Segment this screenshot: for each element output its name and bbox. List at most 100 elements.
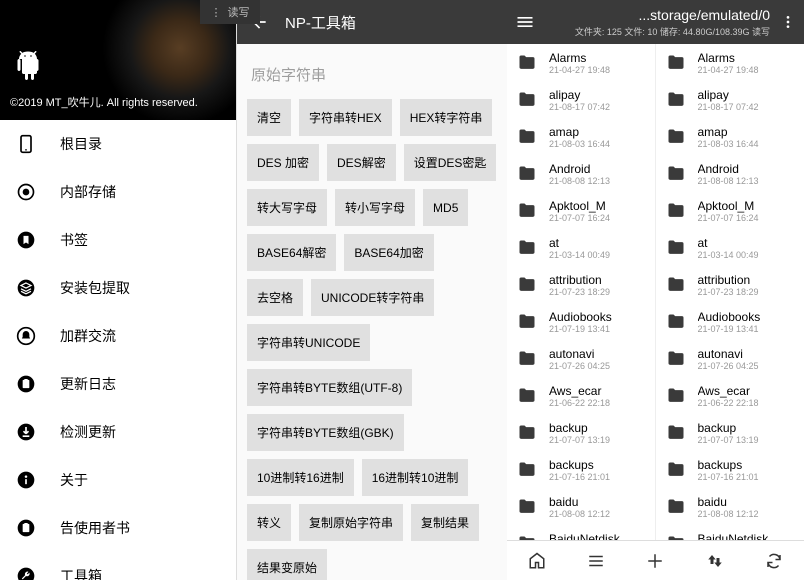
file-row[interactable]: BaiduNetdisk21-07-17 11:45 <box>656 525 804 540</box>
menu-item-1[interactable]: 内部存储 <box>0 168 236 216</box>
refresh-icon[interactable] <box>762 549 786 573</box>
tool-btn-10[interactable]: BASE64加密 <box>344 234 433 271</box>
add-icon[interactable] <box>643 549 667 573</box>
file-browser: ...storage/emulated/0 文件夹: 125 文件: 10 储存… <box>507 0 804 580</box>
file-date: 21-07-16 21:01 <box>549 472 610 482</box>
tool-btn-4[interactable]: DES解密 <box>327 144 396 181</box>
tool-btn-21[interactable]: 结果变原始 <box>247 549 327 580</box>
file-row[interactable]: at21-03-14 00:49 <box>656 229 804 266</box>
file-row[interactable]: Audiobooks21-07-19 13:41 <box>507 303 655 340</box>
tool-btn-1[interactable]: 字符串转HEX <box>299 99 392 136</box>
home-icon[interactable] <box>525 549 549 573</box>
file-row[interactable]: attribution21-07-23 18:29 <box>507 266 655 303</box>
download-icon <box>16 422 36 442</box>
file-row[interactable]: Apktool_M21-07-07 16:24 <box>507 192 655 229</box>
file-name: autonavi <box>698 347 759 361</box>
file-name: autonavi <box>549 347 610 361</box>
tool-btn-5[interactable]: 设置DES密匙 <box>404 144 497 181</box>
file-name: Android <box>549 162 610 176</box>
tool-btn-17[interactable]: 16进制转10进制 <box>362 459 469 496</box>
menu-item-5[interactable]: 更新日志 <box>0 360 236 408</box>
file-name: Aws_ecar <box>698 384 759 398</box>
folder-icon <box>515 127 539 147</box>
file-row[interactable]: backups21-07-16 21:01 <box>656 451 804 488</box>
file-row[interactable]: attribution21-07-23 18:29 <box>656 266 804 303</box>
menu-item-9[interactable]: 工具箱 <box>0 552 236 580</box>
file-date: 21-08-17 07:42 <box>698 102 759 112</box>
tool-btn-12[interactable]: UNICODE转字符串 <box>311 279 434 316</box>
file-row[interactable]: alipay21-08-17 07:42 <box>656 81 804 118</box>
file-row[interactable]: BaiduNetdisk21-07-17 11:45 <box>507 525 655 540</box>
file-name: Alarms <box>698 51 759 65</box>
tool-btn-8[interactable]: MD5 <box>423 189 468 226</box>
tool-btn-20[interactable]: 复制结果 <box>411 504 479 541</box>
folder-icon <box>515 164 539 184</box>
file-row[interactable]: backups21-07-16 21:01 <box>507 451 655 488</box>
folder-icon <box>515 275 539 295</box>
folder-icon <box>515 201 539 221</box>
file-date: 21-08-08 12:12 <box>698 509 759 519</box>
file-row[interactable]: Alarms21-04-27 19:48 <box>507 44 655 81</box>
list-icon[interactable] <box>584 549 608 573</box>
file-row[interactable]: Android21-08-08 12:13 <box>507 155 655 192</box>
file-row[interactable]: baidu21-08-08 12:12 <box>656 488 804 525</box>
file-row[interactable]: Aws_ecar21-06-22 22:18 <box>656 377 804 414</box>
file-date: 21-07-23 18:29 <box>698 287 759 297</box>
file-date: 21-07-07 16:24 <box>549 213 610 223</box>
wrench-icon <box>16 566 36 580</box>
file-row[interactable]: Alarms21-04-27 19:48 <box>656 44 804 81</box>
menu-item-7[interactable]: 关于 <box>0 456 236 504</box>
tool-btn-11[interactable]: 去空格 <box>247 279 303 316</box>
file-name: attribution <box>698 273 759 287</box>
menu-item-6[interactable]: 检测更新 <box>0 408 236 456</box>
menu-item-4[interactable]: 加群交流 <box>0 312 236 360</box>
tool-btn-13[interactable]: 字符串转UNICODE <box>247 324 370 361</box>
file-row[interactable]: amap21-08-03 16:44 <box>656 118 804 155</box>
file-row[interactable]: autonavi21-07-26 04:25 <box>507 340 655 377</box>
file-row[interactable]: backup21-07-07 13:19 <box>507 414 655 451</box>
menu-item-3[interactable]: 安装包提取 <box>0 264 236 312</box>
file-date: 21-08-03 16:44 <box>698 139 759 149</box>
sort-icon[interactable] <box>703 549 727 573</box>
clipboard-icon <box>16 374 36 394</box>
file-row[interactable]: Aws_ecar21-06-22 22:18 <box>507 377 655 414</box>
file-row[interactable]: autonavi21-07-26 04:25 <box>656 340 804 377</box>
tool-btn-2[interactable]: HEX转字符串 <box>400 99 493 136</box>
file-row[interactable]: amap21-08-03 16:44 <box>507 118 655 155</box>
file-row[interactable]: Audiobooks21-07-19 13:41 <box>656 303 804 340</box>
file-name: attribution <box>549 273 610 287</box>
file-row[interactable]: at21-03-14 00:49 <box>507 229 655 266</box>
tool-btn-15[interactable]: 字符串转BYTE数组(GBK) <box>247 414 404 451</box>
folder-icon <box>515 497 539 517</box>
file-date: 21-08-08 12:13 <box>549 176 610 186</box>
file-name: backups <box>698 458 759 472</box>
folder-icon <box>515 90 539 110</box>
menu-item-0[interactable]: 根目录 <box>0 120 236 168</box>
tool-btn-9[interactable]: BASE64解密 <box>247 234 336 271</box>
tool-btn-16[interactable]: 10进制转16进制 <box>247 459 354 496</box>
file-row[interactable]: alipay21-08-17 07:42 <box>507 81 655 118</box>
file-date: 21-04-27 19:48 <box>698 65 759 75</box>
input-label: 原始字符串 <box>237 44 507 99</box>
tool-btn-7[interactable]: 转小写字母 <box>335 189 415 226</box>
copyright-text: ©2019 MT_吹牛儿. All rights reserved. <box>10 94 226 110</box>
more-icon[interactable] <box>780 12 796 32</box>
tool-btn-18[interactable]: 转义 <box>247 504 291 541</box>
tool-btn-6[interactable]: 转大写字母 <box>247 189 327 226</box>
menu-icon[interactable] <box>515 12 535 32</box>
tool-btn-14[interactable]: 字符串转BYTE数组(UTF-8) <box>247 369 412 406</box>
drawer-menu: ©2019 MT_吹牛儿. All rights reserved. ⋮读写 根… <box>0 0 236 580</box>
bell-icon <box>16 326 36 346</box>
tool-btn-19[interactable]: 复制原始字符串 <box>299 504 403 541</box>
file-row[interactable]: baidu21-08-08 12:12 <box>507 488 655 525</box>
file-row[interactable]: Apktool_M21-07-07 16:24 <box>656 192 804 229</box>
folder-icon <box>515 386 539 406</box>
tool-btn-0[interactable]: 清空 <box>247 99 291 136</box>
current-path: ...storage/emulated/0 <box>638 7 770 23</box>
menu-item-8[interactable]: 告使用者书 <box>0 504 236 552</box>
tool-btn-3[interactable]: DES 加密 <box>247 144 319 181</box>
file-row[interactable]: Android21-08-08 12:13 <box>656 155 804 192</box>
file-name: Apktool_M <box>698 199 759 213</box>
menu-item-2[interactable]: 书签 <box>0 216 236 264</box>
file-row[interactable]: backup21-07-07 13:19 <box>656 414 804 451</box>
